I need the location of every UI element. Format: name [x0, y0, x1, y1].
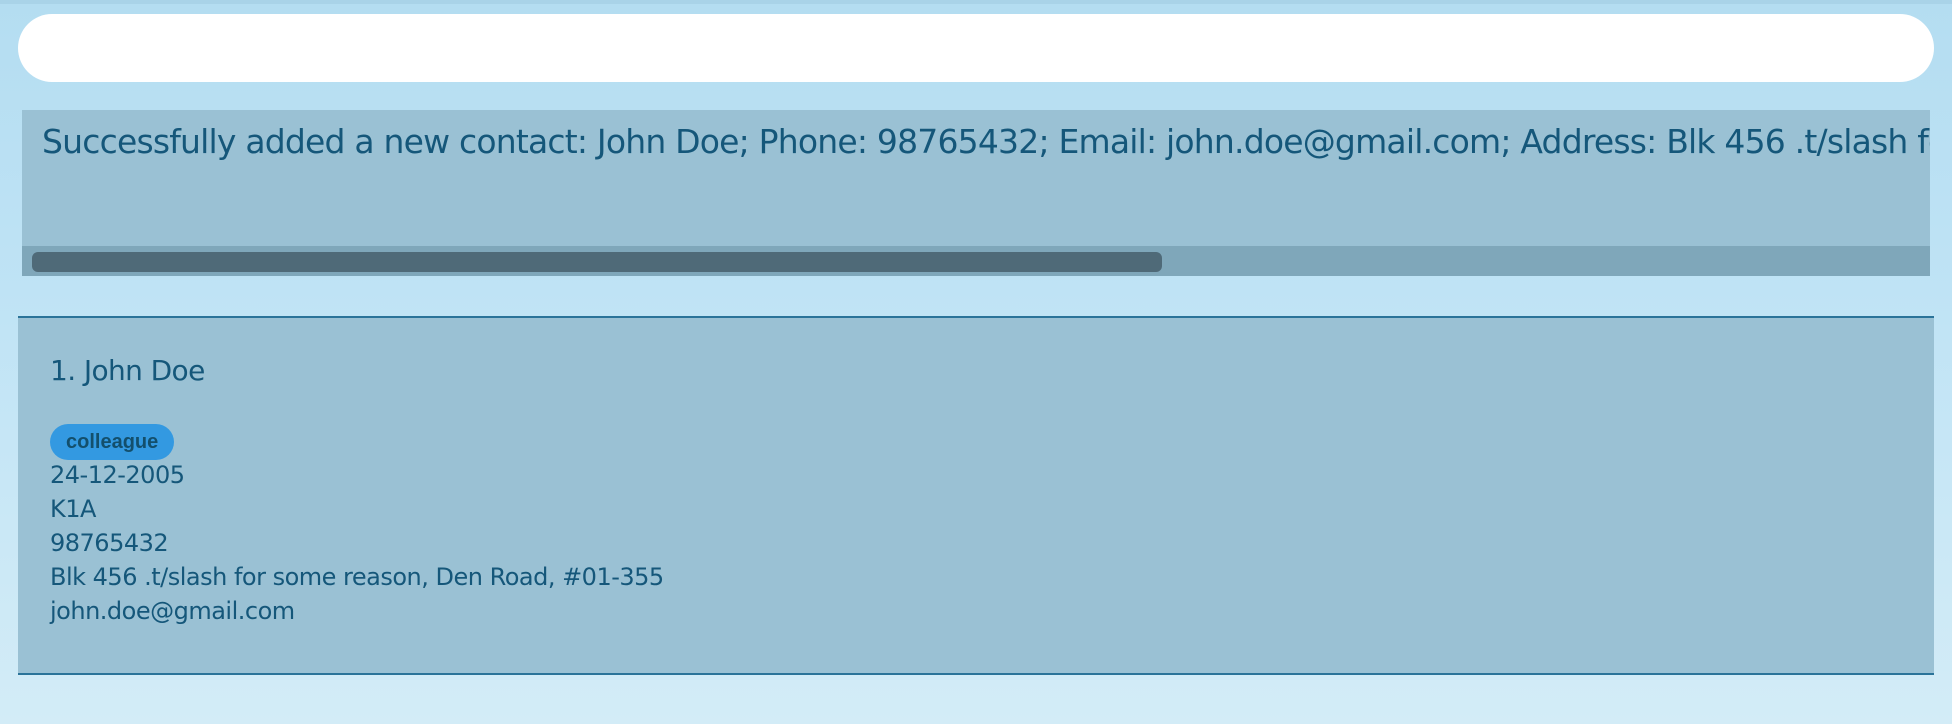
- list-divider: [18, 673, 1934, 675]
- result-display: Successfully added a new contact: John D…: [22, 110, 1930, 276]
- person-card[interactable]: 1. John Doe colleague 24-12-2005 K1A 987…: [18, 318, 1934, 673]
- result-horizontal-scrollbar[interactable]: [22, 246, 1930, 276]
- person-name: 1. John Doe: [50, 354, 205, 387]
- result-message: Successfully added a new contact: John D…: [42, 122, 1930, 161]
- scrollbar-thumb[interactable]: [32, 252, 1162, 272]
- command-input[interactable]: [18, 14, 1934, 82]
- person-address: Blk 456 .t/slash for some reason, Den Ro…: [50, 563, 664, 591]
- person-email: john.doe@gmail.com: [50, 597, 295, 625]
- person-birthday: 24-12-2005: [50, 461, 185, 489]
- person-code: K1A: [50, 495, 96, 523]
- window-top-strip: [0, 0, 1952, 4]
- person-phone: 98765432: [50, 529, 169, 557]
- tag-badge: colleague: [50, 424, 175, 460]
